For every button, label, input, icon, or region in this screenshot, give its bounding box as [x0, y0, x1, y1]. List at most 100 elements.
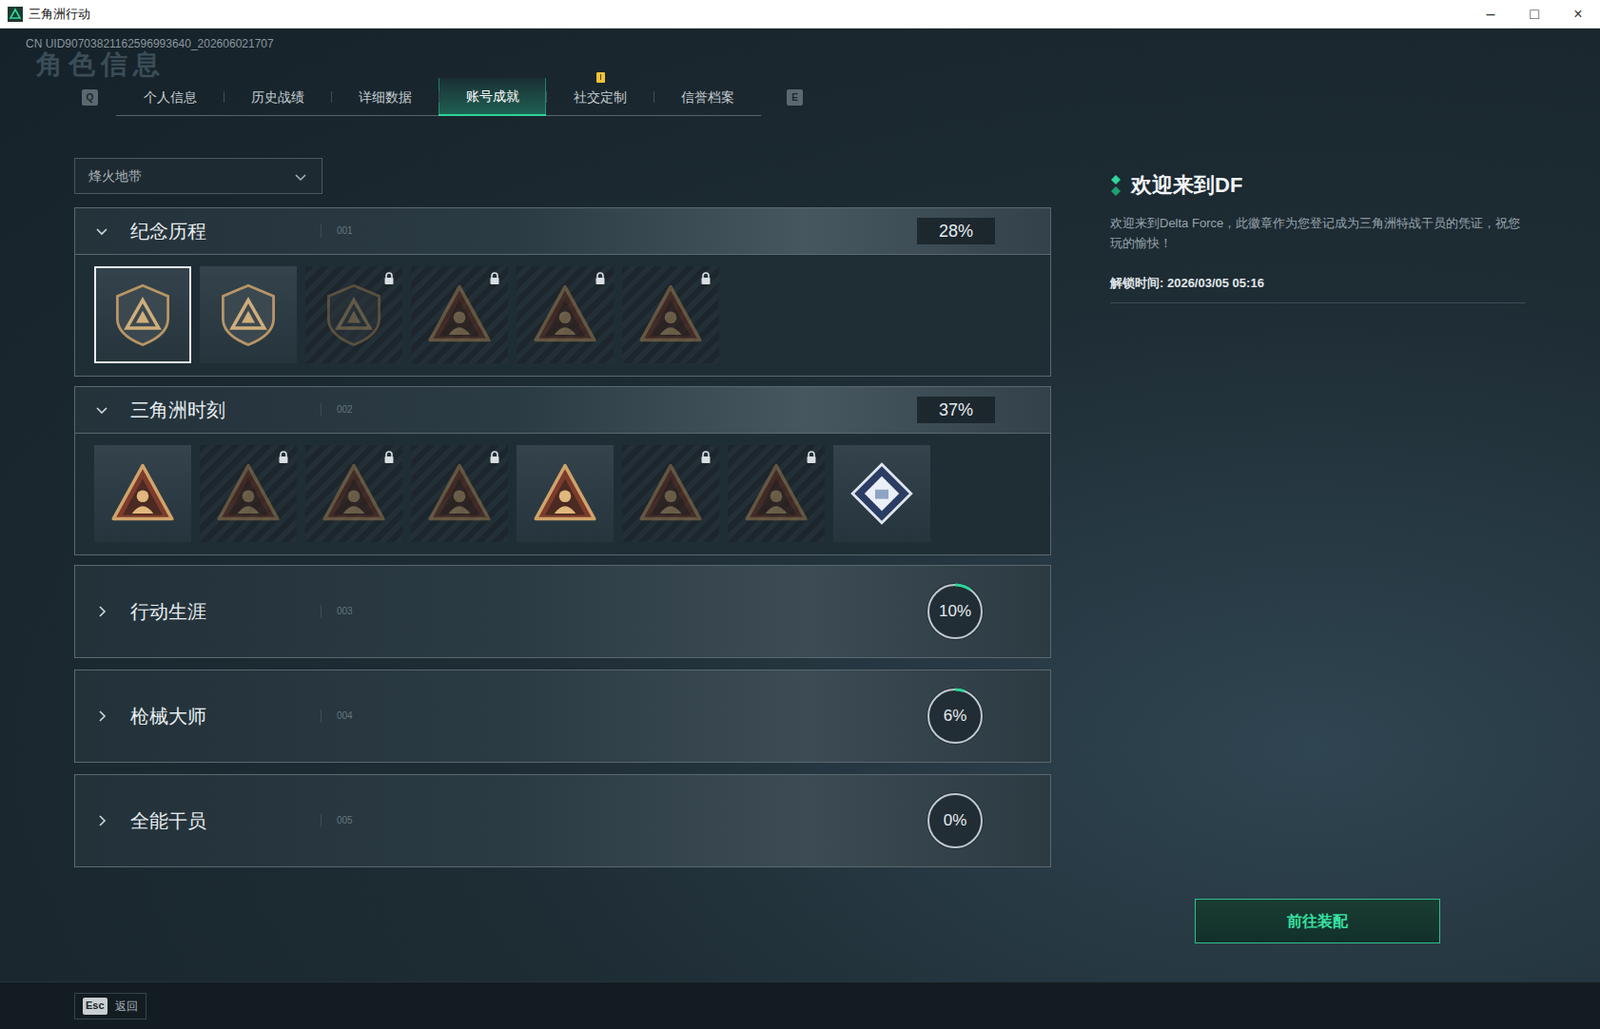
progress-percent: 0% [943, 808, 968, 834]
tab-strip: 个人信息 历史战绩 详细数据 账号成就 社交定制信誉档案 [116, 78, 761, 117]
achievement-badge[interactable] [622, 266, 720, 364]
achievement-badge[interactable] [305, 266, 403, 364]
section-header[interactable]: 全能干员005 0% [75, 775, 1051, 867]
tab[interactable]: 社交定制 [546, 78, 654, 117]
badge-grid [75, 253, 1051, 376]
alert-badge [596, 72, 605, 83]
badge-emblem [516, 266, 614, 364]
minimize-button[interactable]: – [1468, 0, 1513, 28]
lock-icon [700, 272, 712, 286]
lock-icon [383, 272, 395, 286]
page-watermark: 角色信息 [0, 51, 1600, 79]
section-header[interactable]: 行动生涯00310% [75, 565, 1051, 658]
tab[interactable]: 个人信息 [116, 78, 224, 117]
section-code: 001 [320, 224, 353, 238]
achievement-badge[interactable] [94, 445, 192, 543]
badge-diamond-icon [848, 460, 916, 527]
achievement-badge[interactable] [833, 445, 931, 543]
tab[interactable]: 详细数据 [331, 78, 439, 117]
achievement-badge[interactable] [516, 266, 614, 364]
ring-fill [928, 585, 982, 639]
close-button[interactable]: × [1556, 0, 1600, 28]
app-logo-icon [7, 6, 23, 22]
section-header[interactable]: 三角洲时刻00237% [75, 387, 1051, 433]
esc-key: Esc [82, 997, 108, 1015]
section-header[interactable]: 纪念历程00128% [75, 208, 1051, 254]
lock-icon [488, 450, 501, 465]
chevron-down-icon [292, 166, 309, 187]
detail-title-text: 欢迎来到DF [1131, 171, 1243, 200]
detail-title: 欢迎来到DF [1110, 171, 1526, 200]
tab-label: 账号成就 [466, 86, 520, 107]
badge-triangle-icon [637, 281, 704, 349]
achievement-badge[interactable] [305, 445, 403, 543]
chevron-icon [94, 402, 110, 418]
badge-emblem [622, 266, 720, 364]
section-code: 004 [320, 709, 353, 723]
game-screen: CN UID90703821162596993640_202606021707角… [0, 28, 1600, 1029]
badge-shield-icon [214, 281, 282, 349]
badge-triangle-icon [320, 460, 388, 527]
section-code: 005 [320, 814, 353, 828]
tab-label: 个人信息 [143, 87, 197, 108]
mode-dropdown[interactable]: 烽火地带 [74, 157, 323, 195]
ring-fill [928, 689, 982, 743]
achievement-badge[interactable] [199, 445, 297, 543]
badge-triangle-icon [426, 460, 493, 527]
achievement-badge[interactable] [199, 266, 297, 364]
achievement-badge[interactable] [727, 445, 825, 543]
achievement-list: 烽火地带纪念历程00128%三角洲时刻00237%行动生涯00310%枪械大师0… [74, 157, 1052, 982]
chevron-icon [94, 708, 110, 724]
lock-icon [594, 272, 606, 286]
badge-triangle-icon [531, 281, 599, 349]
achievement-badge[interactable] [622, 445, 720, 543]
lock-icon [488, 272, 501, 286]
ring-track [928, 585, 982, 639]
progress-ring: 0% [926, 792, 984, 850]
ring-track [928, 794, 982, 848]
badge-triangle-icon [426, 281, 493, 349]
back-label: 返回 [115, 997, 138, 1015]
tab[interactable]: 信誉档案 [653, 78, 761, 117]
unlock-time: 解锁时间: 2026/03/05 05:16 [1110, 273, 1526, 304]
badge-emblem [833, 445, 931, 543]
maximize-button[interactable]: □ [1512, 0, 1557, 28]
badge-triangle-icon [742, 460, 810, 527]
back-button[interactable]: Esc 返回 [74, 993, 147, 1020]
uid-text: CN UID90703821162596993640_202606021707 [0, 28, 1600, 52]
section-code: 003 [320, 604, 353, 619]
prev-tab-key[interactable]: Q [81, 89, 98, 106]
badge-triangle-icon [214, 460, 282, 527]
section-header[interactable]: 枪械大师0046% [75, 670, 1051, 762]
equip-button[interactable]: 前往装配 [1194, 898, 1441, 944]
badge-emblem [305, 266, 403, 364]
achievement-badge[interactable] [410, 266, 508, 364]
chevron-icon [94, 223, 110, 239]
achievement-badge[interactable] [410, 445, 508, 543]
tab[interactable]: 账号成就 [438, 78, 547, 117]
badge-triangle-icon [637, 460, 704, 527]
window-title: 三角洲行动 [28, 4, 91, 24]
chevron-icon [94, 604, 110, 620]
progress-percent: 37% [917, 396, 996, 424]
section-title: 三角洲时刻 [130, 397, 321, 423]
badge-triangle-icon [531, 460, 599, 527]
progress-percent: 6% [943, 703, 968, 729]
tab[interactable]: 历史战绩 [223, 78, 332, 117]
badge-emblem [727, 445, 825, 543]
achievement-badge[interactable] [516, 445, 614, 543]
chevron-icon [94, 813, 110, 829]
badge-emblem [410, 445, 508, 543]
achievement-badge[interactable] [94, 266, 192, 364]
section-title: 全能干员 [130, 808, 321, 834]
progress-percent: 10% [938, 599, 972, 625]
tab-label: 历史战绩 [251, 87, 305, 108]
badge-detail-panel: 欢迎来到DF欢迎来到Delta Force，此徽章作为您登记成为三角洲特战干员的… [1110, 157, 1526, 982]
progress-percent: 28% [917, 217, 996, 245]
tab-label: 详细数据 [358, 87, 412, 108]
window-controls: –□× [1468, 0, 1600, 28]
next-tab-key[interactable]: E [786, 89, 803, 106]
lock-icon [277, 450, 290, 465]
badge-emblem [410, 266, 508, 364]
dropdown-value: 烽火地带 [88, 166, 142, 187]
